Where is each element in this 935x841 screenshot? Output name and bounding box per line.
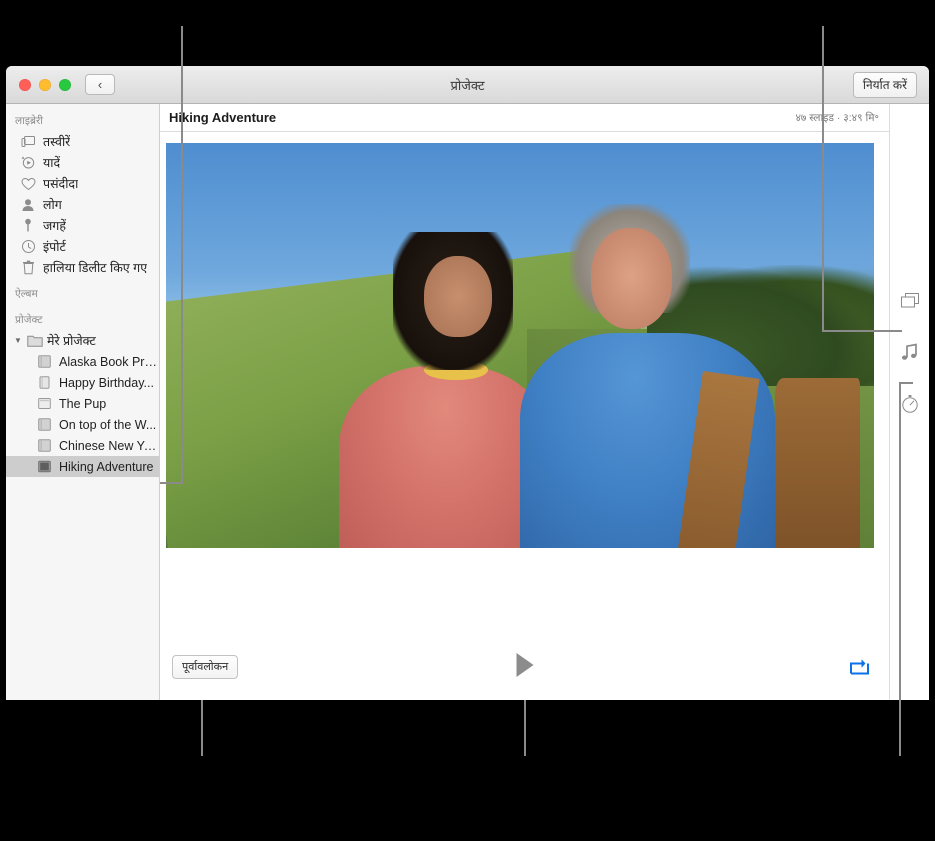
sidebar-header-projects: प्रोजेक्ट <box>15 314 43 326</box>
book-project-icon <box>36 417 52 433</box>
woman-face <box>424 256 492 338</box>
play-icon[interactable] <box>516 653 533 677</box>
trash-icon <box>20 260 36 276</box>
window-title: प्रोजेक्ट <box>450 77 485 93</box>
duration-icon[interactable] <box>899 393 921 415</box>
sidebar-item-label: इंपोर्ट <box>43 240 66 254</box>
clock-icon <box>20 239 36 255</box>
backpack <box>774 377 860 548</box>
slideshow-project-icon <box>36 459 52 475</box>
export-button[interactable]: निर्यात करें <box>852 71 917 98</box>
sidebar-item-label: तस्वीरें <box>43 135 71 149</box>
slideshow-project-icon <box>36 396 52 412</box>
sidebar-item-label: यादें <box>43 156 61 170</box>
page-title: Hiking Adventure <box>169 110 277 125</box>
sidebar-item-project-alaska-book[interactable]: Alaska Book Proj... <box>6 351 159 372</box>
book-project-icon <box>36 438 52 454</box>
folder-icon <box>27 333 43 349</box>
sidebar-group-label: मेरे प्रोजेक्ट <box>47 334 96 348</box>
book-project-icon <box>36 354 52 370</box>
sidebar-item-recently-deleted[interactable]: हालिया डिलीट किए गए <box>6 257 159 278</box>
photos-icon <box>20 134 36 150</box>
playback-bar: पूर्वावलोकन <box>160 644 889 700</box>
sidebar[interactable]: लाइब्रेरी तस्वीरें यादें पसंदीदा लोग जगह… <box>6 104 160 700</box>
themes-icon[interactable] <box>899 289 921 311</box>
music-icon[interactable] <box>899 341 921 363</box>
sidebar-item-label: The Pup <box>59 396 107 411</box>
pin-icon <box>20 218 36 234</box>
sidebar-item-import[interactable]: इंपोर्ट <box>6 236 159 257</box>
sidebar-item-photos[interactable]: तस्वीरें <box>6 131 159 152</box>
preview-stage: पूर्वावलोकन <box>160 132 889 700</box>
project-header: Hiking Adventure ४७ स्लाइड · ३:४९ मि॰ <box>160 104 889 132</box>
loop-icon[interactable] <box>849 657 871 680</box>
person-icon <box>20 197 36 213</box>
sidebar-item-label: हालिया डिलीट किए गए <box>43 261 148 275</box>
sidebar-item-project-happy-birthday[interactable]: Happy Birthday... <box>6 372 159 393</box>
sidebar-item-label: On top of the W... <box>59 417 157 432</box>
sidebar-item-favorites[interactable]: पसंदीदा <box>6 173 159 194</box>
callout-line-music-elbow <box>899 382 913 384</box>
title-bar: ‹ प्रोजेक्ट निर्यात करें <box>6 66 929 104</box>
sidebar-group-my-projects[interactable]: ▼ मेरे प्रोजेक्ट <box>6 330 159 351</box>
disclosure-triangle-icon[interactable]: ▼ <box>14 336 23 345</box>
photo-area <box>160 132 889 644</box>
inspector-rail[interactable] <box>889 104 929 700</box>
sidebar-item-project-the-pup[interactable]: The Pup <box>6 393 159 414</box>
sidebar-item-places[interactable]: जगहें <box>6 215 159 236</box>
preview-button[interactable]: पूर्वावलोकन <box>172 655 239 679</box>
heart-icon <box>20 176 36 192</box>
project-meta: ४७ स्लाइड · ३:४९ मि॰ <box>795 111 879 124</box>
callout-line-sidebar-project <box>181 26 183 484</box>
memories-icon <box>20 155 36 171</box>
app-window: ‹ प्रोजेक्ट निर्यात करें लाइब्रेरी तस्वी… <box>6 66 929 700</box>
sidebar-item-memories[interactable]: यादें <box>6 152 159 173</box>
card-project-icon <box>36 375 52 391</box>
sidebar-item-label: Happy Birthday... <box>59 375 154 390</box>
sidebar-item-label: पसंदीदा <box>43 177 79 191</box>
window-body: लाइब्रेरी तस्वीरें यादें पसंदीदा लोग जगह… <box>6 104 929 700</box>
sidebar-header-albums: ऐल्बम <box>15 288 38 300</box>
slide-preview-image[interactable] <box>166 143 874 548</box>
man-face <box>590 228 673 330</box>
callout-line-play <box>524 700 526 756</box>
sidebar-item-label: लोग <box>43 198 62 212</box>
callout-line-preview <box>201 700 203 756</box>
main-content: Hiking Adventure ४७ स्लाइड · ३:४९ मि॰ पू… <box>160 104 889 700</box>
callout-line-music <box>899 383 901 756</box>
callout-line-sidebar-project-elbow <box>160 482 183 484</box>
sidebar-item-project-on-top-of-the-world[interactable]: On top of the W... <box>6 414 159 435</box>
sidebar-item-label: Chinese New Year <box>59 438 159 453</box>
callout-line-themes <box>822 26 824 331</box>
sidebar-item-label: Alaska Book Proj... <box>59 354 159 369</box>
sidebar-header-library: लाइब्रेरी <box>15 115 44 127</box>
sidebar-item-label: Hiking Adventure <box>59 459 154 474</box>
sidebar-item-label: जगहें <box>43 219 66 233</box>
sidebar-item-people[interactable]: लोग <box>6 194 159 215</box>
sidebar-item-project-chinese-new-year[interactable]: Chinese New Year <box>6 435 159 456</box>
callout-line-themes-elbow <box>822 330 902 332</box>
sidebar-item-project-hiking-adventure[interactable]: Hiking Adventure <box>6 456 159 477</box>
